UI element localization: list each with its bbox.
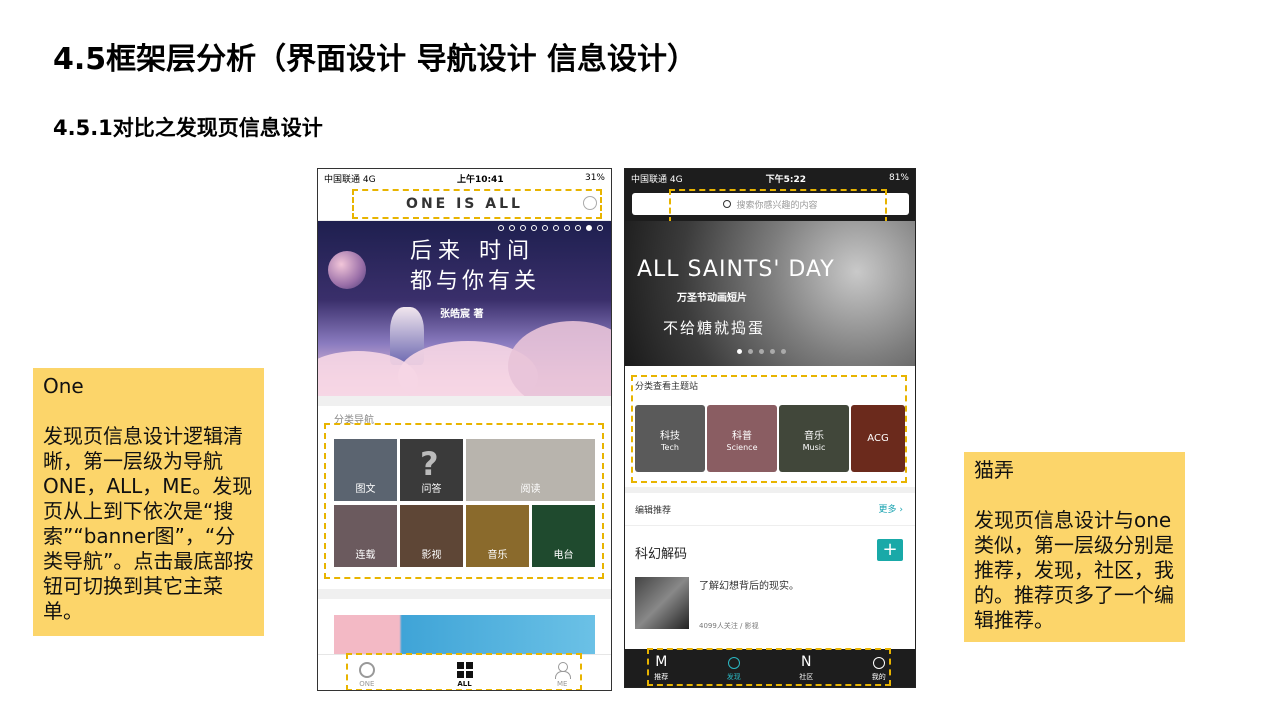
category-tile[interactable]: 电台 xyxy=(532,505,595,567)
time-text: 上午10:41 xyxy=(456,174,504,185)
slide-subtitle: 4.5.1对比之发现页信息设计 xyxy=(53,116,323,140)
category-tile[interactable]: 图文 xyxy=(334,439,397,501)
chevron-right-icon: › xyxy=(899,505,903,515)
banner[interactable]: 后来 时间 都与你有关 张皓宸 著 xyxy=(318,221,611,396)
phone-one-screenshot: 中国联通 4G 上午10:41 31% ONE IS ALL 后来 时间 都与你… xyxy=(317,168,612,691)
highlight-tabbar xyxy=(647,648,891,686)
status-bar: 中国联通 4G 下午5:22 81% xyxy=(625,169,915,187)
card-meta: 4099人关注 / 影视 xyxy=(699,622,759,630)
category-tile[interactable]: 科技 Tech xyxy=(635,405,705,472)
editor-recommend-label: 编辑推荐 xyxy=(635,506,672,516)
carrier-text: 中国联通 4G xyxy=(631,174,683,185)
separator xyxy=(625,487,915,493)
note-maonong-title: 猫弄 xyxy=(974,458,1014,482)
question-mark-icon: ? xyxy=(420,445,439,483)
slide-title: 4.5框架层分析（界面设计 导航设计 信息设计） xyxy=(53,42,698,77)
category-tile[interactable]: 连载 xyxy=(334,505,397,567)
highlight-tabbar xyxy=(346,653,582,690)
banner[interactable]: ALL SAINTS' DAY 万圣节动画短片 不给糖就捣蛋 xyxy=(625,221,915,366)
note-maonong: 猫弄 发现页信息设计与one类似，第一层级分别是推荐，发现，社区，我的。推荐页多… xyxy=(964,452,1185,642)
add-button[interactable]: + xyxy=(877,539,903,561)
content-card-preview[interactable] xyxy=(334,615,595,655)
card-title: 科幻解码 xyxy=(635,547,688,562)
category-label: 图文 xyxy=(355,484,376,495)
category-tile[interactable]: 音乐 Music xyxy=(779,405,849,472)
separator xyxy=(318,396,611,406)
category-label: 科技 xyxy=(660,431,680,442)
banner-pager xyxy=(737,349,786,354)
banner-pager xyxy=(498,225,603,231)
banner-tagline: 不给糖就捣蛋 xyxy=(663,319,766,337)
highlight-header xyxy=(352,189,602,219)
phone-two-screenshot: 中国联通 4G 下午5:22 81% 搜索你感兴趣的内容 ALL SAINTS'… xyxy=(624,168,916,688)
category-sub: Science xyxy=(726,443,758,452)
status-bar: 中国联通 4G 上午10:41 31% xyxy=(318,169,611,187)
more-link[interactable]: 更多 › xyxy=(879,502,904,515)
banner-caption: 万圣节动画短片 xyxy=(677,293,747,304)
category-label: 影视 xyxy=(421,550,442,561)
category-label: 问答 xyxy=(421,484,442,495)
battery-text: 81% xyxy=(888,173,909,183)
category-tile[interactable]: 影视 xyxy=(400,505,463,567)
category-label: 音乐 xyxy=(804,431,824,442)
banner-author: 张皓宸 著 xyxy=(440,309,484,320)
category-tile[interactable]: 科普 Science xyxy=(707,405,777,472)
category-label: 阅读 xyxy=(520,484,541,495)
section-label: 分类查看主题站 xyxy=(635,382,699,392)
highlight-search xyxy=(669,189,887,223)
time-text: 下午5:22 xyxy=(765,174,806,185)
planet-illustration xyxy=(328,251,366,289)
category-label: 音乐 xyxy=(487,550,508,561)
note-maonong-body: 发现页信息设计与one类似，第一层级分别是推荐，发现，社区，我的。推荐页多了一个… xyxy=(974,508,1174,632)
banner-line2: 都与你有关 xyxy=(410,269,541,294)
battery-text: 31% xyxy=(584,173,605,183)
category-tile[interactable]: ACG xyxy=(851,405,905,472)
card-thumbnail[interactable] xyxy=(635,577,689,629)
category-sub: Tech xyxy=(661,443,679,452)
category-tile[interactable]: 阅读 xyxy=(466,439,595,501)
carrier-text: 中国联通 4G xyxy=(324,174,376,185)
banner-headline: ALL SAINTS' DAY xyxy=(637,257,835,282)
separator xyxy=(318,589,611,599)
category-sub: Music xyxy=(802,443,826,452)
category-label: 连载 xyxy=(355,550,376,561)
category-label: 科普 xyxy=(732,431,752,442)
note-one-title: One xyxy=(43,374,84,398)
note-one: One 发现页信息设计逻辑清晰，第一层级为导航ONE，ALL，ME。发现页从上到… xyxy=(33,368,264,636)
card-desc: 了解幻想背后的现实。 xyxy=(699,581,799,592)
category-tile[interactable]: ? 问答 xyxy=(400,439,463,501)
banner-line1: 后来 时间 xyxy=(410,239,535,264)
note-one-body: 发现页信息设计逻辑清晰，第一层级为导航ONE，ALL，ME。发现页从上到下依次是… xyxy=(43,424,254,623)
category-tile[interactable]: 音乐 xyxy=(466,505,529,567)
category-label: 电台 xyxy=(553,550,574,561)
category-label: ACG xyxy=(867,433,889,444)
divider xyxy=(625,525,915,526)
